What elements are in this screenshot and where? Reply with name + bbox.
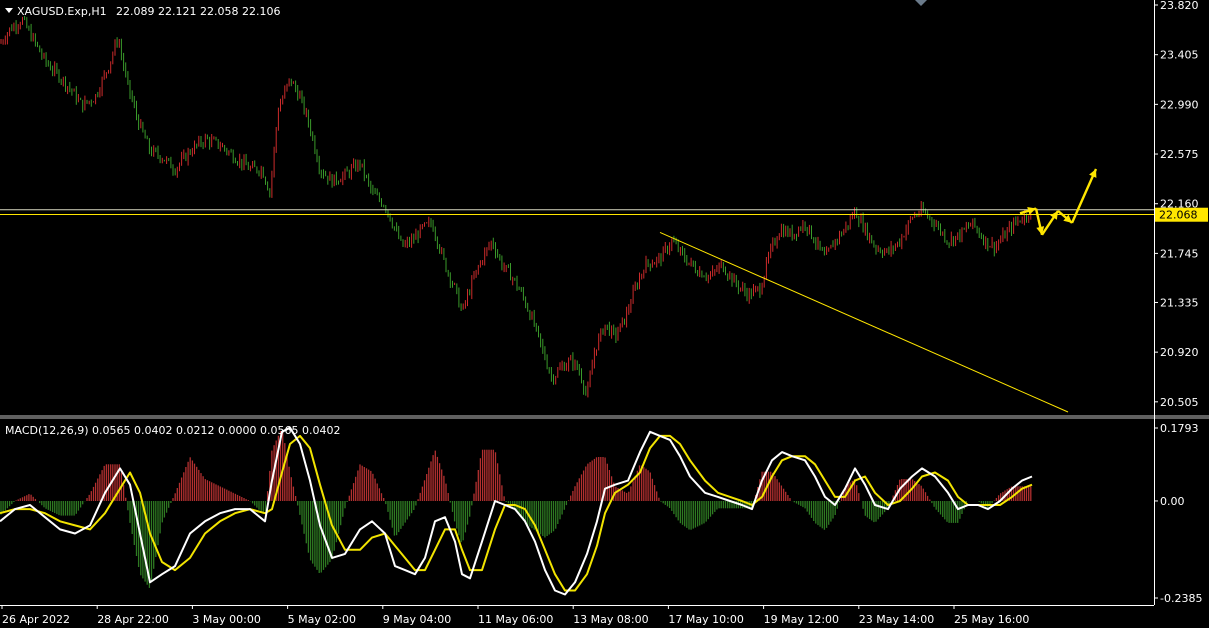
time-tick-1: 28 Apr 22:00 — [97, 613, 169, 626]
time-tick-9: 23 May 14:00 — [859, 613, 934, 626]
ohlc-values: 22.089 22.121 22.058 22.106 — [116, 5, 280, 18]
macd-tick-0: 0.1793 — [1160, 422, 1199, 435]
price-tick-2: 22.990 — [1160, 98, 1199, 111]
price-tick-6: 21.335 — [1160, 296, 1199, 309]
time-tick-6: 13 May 08:00 — [573, 613, 648, 626]
time-tick-0: 26 Apr 2022 — [2, 613, 70, 626]
time-tick-4: 9 May 04:00 — [383, 613, 451, 626]
current-price-value: 22.068 — [1159, 209, 1198, 222]
chart-background — [0, 0, 1209, 628]
macd-tick-1: 0.00 — [1160, 495, 1185, 508]
time-tick-2: 3 May 00:00 — [192, 613, 260, 626]
price-tick-5: 21.745 — [1160, 247, 1199, 260]
price-tick-1: 23.405 — [1160, 49, 1199, 62]
trading-chart[interactable]: 23.82023.40522.99022.57522.16021.74521.3… — [0, 0, 1209, 628]
price-tick-3: 22.575 — [1160, 148, 1199, 161]
time-tick-5: 11 May 06:00 — [478, 613, 553, 626]
price-tick-0: 23.820 — [1160, 0, 1199, 12]
price-tick-7: 20.920 — [1160, 346, 1199, 359]
time-tick-10: 25 May 16:00 — [954, 613, 1029, 626]
symbol-label: XAGUSD.Exp,H1 — [17, 5, 107, 18]
symbol-header[interactable]: XAGUSD.Exp,H1 22.089 22.121 22.058 22.10… — [5, 5, 280, 18]
time-tick-8: 19 May 12:00 — [764, 613, 839, 626]
macd-tick-2: -0.2385 — [1160, 592, 1202, 605]
price-tick-8: 20.505 — [1160, 396, 1199, 409]
time-tick-7: 17 May 10:00 — [668, 613, 743, 626]
macd-header: MACD(12,26,9) 0.0565 0.0402 0.0212 0.000… — [5, 424, 340, 437]
time-tick-3: 5 May 02:00 — [288, 613, 356, 626]
